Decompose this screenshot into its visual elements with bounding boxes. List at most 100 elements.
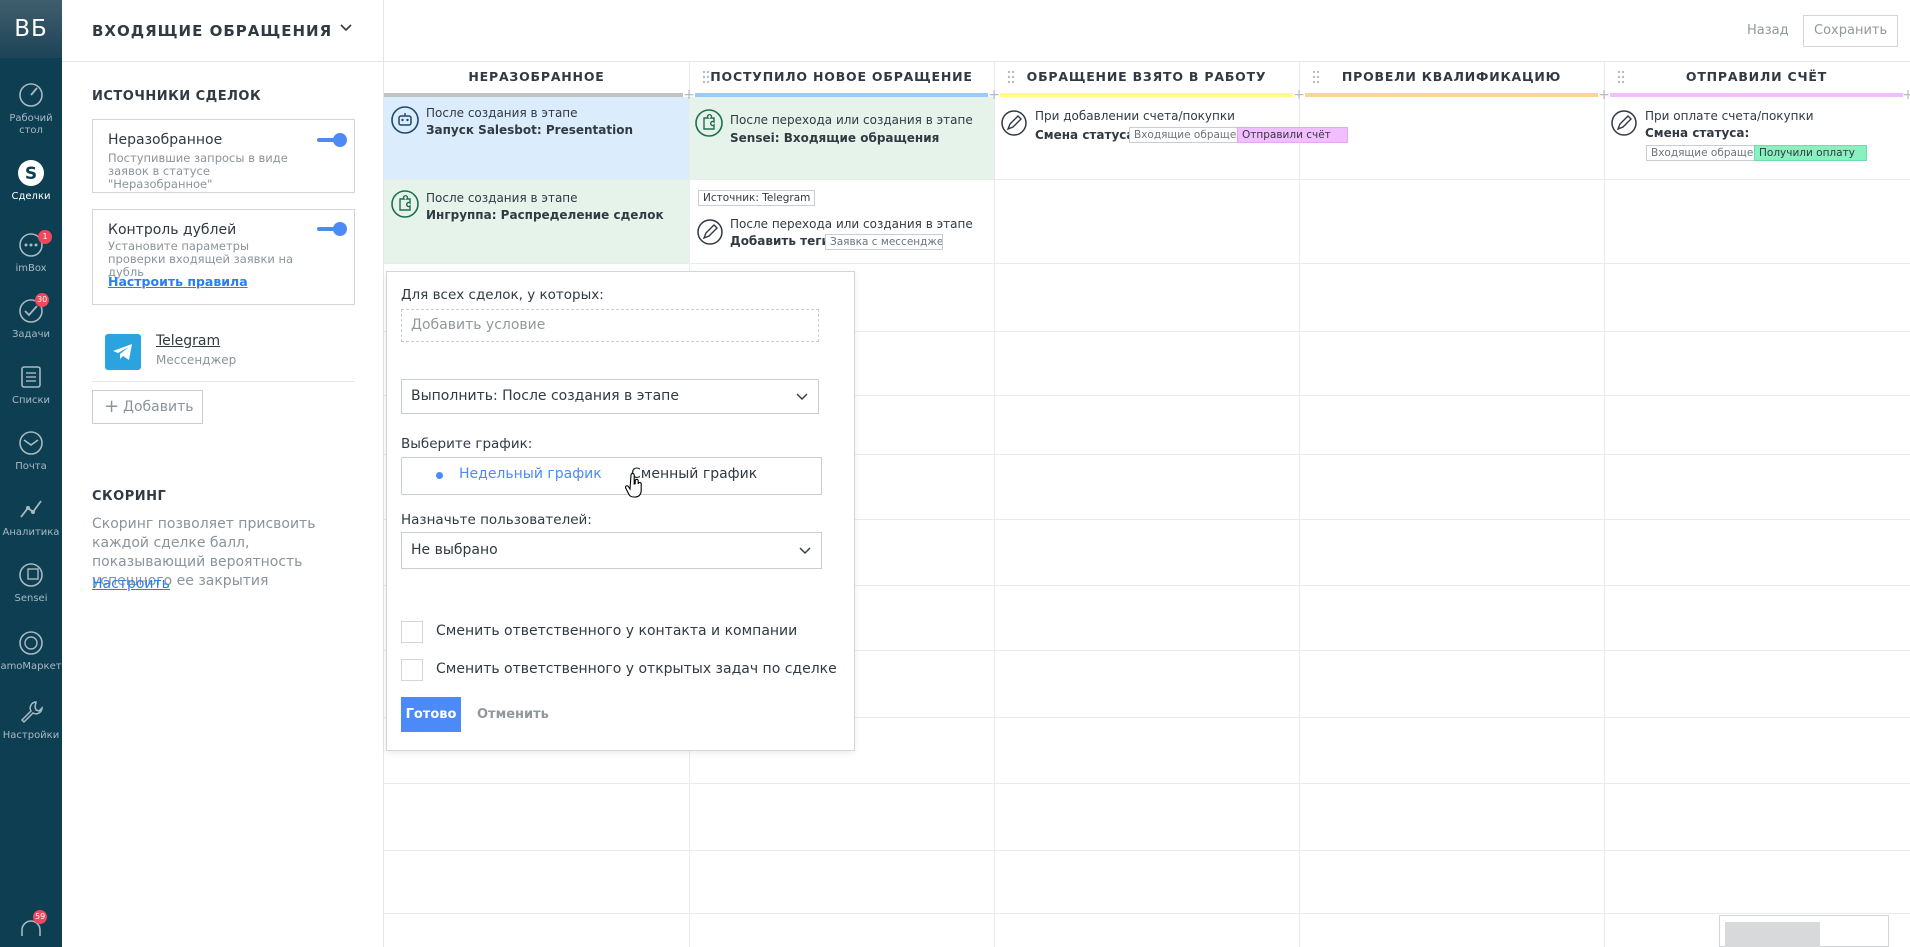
change-contact-owner-label[interactable]: Сменить ответственного у контакта и комп… [436,623,797,639]
configure-rules-link[interactable]: Настроить правила [108,275,308,288]
chevron-down-icon[interactable] [338,20,354,36]
schedule-shift-label: Сменный график [631,466,758,482]
telegram-icon [105,334,141,370]
add-source-label: Добавить [123,399,194,415]
save-button[interactable]: Сохранить [1803,15,1899,47]
trigger-action: Смена статуса: [1035,128,1140,142]
mail-icon [19,431,43,455]
add-stage-icon[interactable]: + [988,88,1000,102]
users-value: Не выбрано [411,542,498,558]
drag-handle-icon[interactable] [1006,70,1016,84]
stage-color-bar [1305,93,1598,97]
stage-header-new-request[interactable]: ПОСТУПИЛО НОВОЕ ОБРАЩЕНИЕ [689,62,994,97]
nav-label: Настройки [2,730,60,741]
column-divider [994,62,995,947]
drag-handle-icon[interactable] [1311,70,1321,84]
schedule-switch: Недельный график Сменный график [401,457,822,495]
back-button[interactable]: Назад [1747,18,1789,44]
nav-label: Аналитика [2,527,60,538]
row-divider [384,263,1910,264]
add-stage-icon[interactable]: + [1598,88,1610,102]
source-duplicates[interactable]: Контроль дублей Установите параметры про… [92,209,355,305]
tasks-badge: 30 [35,293,50,307]
source-unsorted[interactable]: Неразобранное Поступившие запросы в виде… [92,119,355,193]
stage-color-bar [384,93,683,97]
row-divider [384,783,1910,784]
trigger-when: После перехода или создания в этапе [730,113,973,127]
status-to-chip: Отправили счёт [1237,127,1348,143]
schedule-weekly-label: Недельный график [459,466,602,482]
nav-label: Сделки [11,191,51,202]
nav-market[interactable]: amoМаркет [0,628,62,673]
add-source-button[interactable]: + Добавить [92,390,203,424]
unsorted-toggle[interactable] [317,133,347,147]
stage-header-invoice-sent[interactable]: ОТПРАВИЛИ СЧЁТ [1604,62,1909,97]
trigger-source-chip: Источник: Telegram [698,190,816,206]
main-nav: ВБ Рабочий стол S Сделки imBox 1 Задачи … [0,0,62,947]
nav-imbox[interactable]: imBox 1 [0,230,62,275]
account-logo[interactable]: ВБ [0,0,62,58]
trigger-action: Смена статуса: [1645,126,1750,140]
nav-label: Sensei [14,593,48,604]
puzzle-icon [391,190,419,218]
dollar-icon: S [18,160,44,186]
tag-chip: Заявка с мессенджер [825,234,943,250]
pipeline-settings-panel: ВХОДЯЩИЕ ОБРАЩЕНИЯ ИСТОЧНИКИ СДЕЛОК Нера… [62,0,384,947]
market-icon [19,631,43,655]
row-divider [384,913,1910,914]
done-button[interactable]: Готово [401,697,461,732]
plus-icon: + [104,396,120,417]
telegram-name[interactable]: Telegram [156,333,220,349]
add-stage-icon[interactable]: + [1293,88,1305,102]
stage-header-in-work[interactable]: ОБРАЩЕНИЕ ВЗЯТО В РАБОТУ [994,62,1299,97]
pipeline-header[interactable]: ВХОДЯЩИЕ ОБРАЩЕНИЯ [62,0,384,62]
nav-support[interactable]: 59 [0,910,62,947]
trigger-action: Ингруппа: Распределение сделок [426,208,664,222]
add-condition-input[interactable]: Добавить условие [401,309,819,342]
schedule-weekly-option[interactable]: Недельный график [402,458,612,494]
stage-header-unsorted[interactable]: НЕРАЗОБРАННОЕ [384,62,689,97]
trigger-when: После создания в этапе [426,106,578,120]
change-contact-owner-checkbox[interactable] [401,621,423,643]
duplicates-toggle[interactable] [317,222,347,236]
trigger-action: Запуск Salesbot: Presentation [426,123,633,137]
cancel-button[interactable]: Отменить [477,707,549,722]
nav-lists[interactable]: Списки [0,362,62,407]
chart-line-icon [20,500,42,518]
divider [92,381,355,382]
nav-mail[interactable]: Почта [0,428,62,473]
nav-sensei[interactable]: Sensei [0,560,62,605]
change-task-owner-label[interactable]: Сменить ответственного у открытых задач … [436,661,837,677]
drag-handle-icon[interactable] [701,70,711,84]
scoring-configure-link[interactable]: Настроить [92,576,170,592]
nav-dashboard[interactable]: Рабочий стол [0,80,62,137]
add-stage-icon[interactable]: + [683,88,695,102]
nav-tasks[interactable]: Задачи 30 [0,293,62,341]
nav-label: amoМаркет [0,661,62,672]
source-unsorted-desc: Поступившие запросы в виде заявок в стат… [108,151,288,191]
source-unsorted-name: Неразобранное [108,132,223,148]
chevron-down-icon [799,547,811,554]
sensei-icon [19,563,43,587]
status-from-chip: Входящие обращен [1646,145,1757,161]
nav-label: Задачи [12,329,50,340]
list-icon [21,366,41,388]
nav-analytics[interactable]: Аналитика [0,494,62,539]
condition-label: Для всех сделок, у которых: [401,287,604,303]
nav-label: Почта [15,461,47,472]
drag-handle-icon[interactable] [1616,70,1626,84]
column-divider [1604,62,1605,947]
stage-header-qualified[interactable]: ПРОВЕЛИ КВАЛИФИКАЦИЮ [1299,62,1604,97]
execute-select[interactable]: Выполнить: После создания в этапе [401,379,819,414]
nav-deals[interactable]: S Сделки [0,158,62,203]
scrollbar-thumb[interactable] [1725,922,1820,947]
speedometer-icon [19,83,43,107]
imbox-badge: 1 [38,230,52,244]
users-select[interactable]: Не выбрано [401,532,822,569]
nav-settings[interactable]: Настройки [0,697,62,742]
stage-color-bar [1610,93,1903,97]
add-stage-icon[interactable]: + [1902,88,1910,102]
horizontal-scrollbar[interactable] [1719,915,1889,947]
pencil-icon [697,219,723,245]
change-task-owner-checkbox[interactable] [401,659,423,681]
